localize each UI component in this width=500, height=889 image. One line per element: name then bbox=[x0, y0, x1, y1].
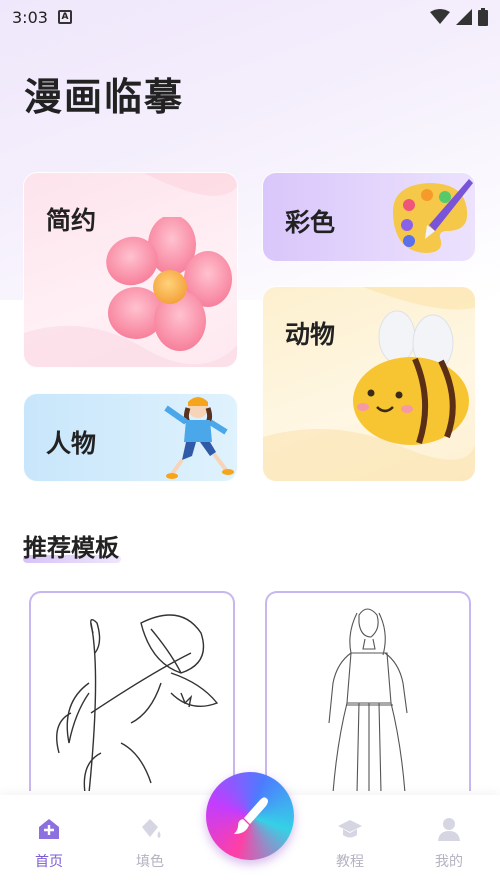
figure-sketch-image bbox=[328, 608, 408, 791]
wifi-icon bbox=[430, 9, 450, 24]
category-card-color[interactable]: 彩色 bbox=[262, 172, 476, 262]
flower-icon bbox=[106, 217, 232, 351]
category-label-animal: 动物 bbox=[285, 320, 336, 349]
paint-bucket-icon bbox=[142, 819, 161, 838]
template-card-lily[interactable] bbox=[29, 591, 235, 791]
lily-sketch-image bbox=[56, 614, 219, 791]
signal-icon bbox=[456, 9, 472, 25]
status-bar: 3:03 A bbox=[0, 0, 500, 34]
section-title-recommend: 推荐模板 bbox=[23, 534, 119, 562]
user-icon bbox=[438, 818, 460, 841]
notification-icon: A bbox=[57, 10, 72, 24]
category-label-person: 人物 bbox=[46, 429, 97, 458]
category-label-color: 彩色 bbox=[285, 208, 336, 237]
battery-icon bbox=[478, 8, 488, 26]
bee-icon bbox=[353, 310, 469, 445]
category-label-simple: 简约 bbox=[46, 206, 97, 235]
girl-character-icon bbox=[164, 397, 234, 479]
nav-label-mine: 我的 bbox=[435, 854, 463, 870]
draw-fab-button[interactable] bbox=[206, 772, 294, 860]
nav-item-course[interactable]: 教程 bbox=[320, 815, 380, 871]
status-time: 3:03 bbox=[12, 7, 48, 27]
nav-item-mine[interactable]: 我的 bbox=[419, 815, 479, 871]
palette-icon bbox=[392, 179, 473, 253]
nav-label-course: 教程 bbox=[336, 854, 364, 870]
category-card-person[interactable]: 人物 bbox=[23, 393, 238, 482]
template-card-figure[interactable] bbox=[265, 591, 471, 791]
category-card-simple[interactable]: 简约 bbox=[23, 172, 238, 368]
status-icons bbox=[430, 8, 488, 26]
brush-icon bbox=[234, 797, 268, 834]
home-plus-icon bbox=[39, 819, 59, 839]
page-title: 漫画临摹 bbox=[24, 74, 185, 119]
graduation-cap-icon bbox=[338, 820, 362, 838]
category-card-animal[interactable]: 动物 bbox=[262, 286, 476, 482]
nav-item-fill[interactable]: 填色 bbox=[120, 815, 180, 871]
nav-label-fill: 填色 bbox=[136, 854, 164, 870]
nav-label-home: 首页 bbox=[35, 854, 63, 870]
nav-item-home[interactable]: 首页 bbox=[19, 815, 79, 871]
